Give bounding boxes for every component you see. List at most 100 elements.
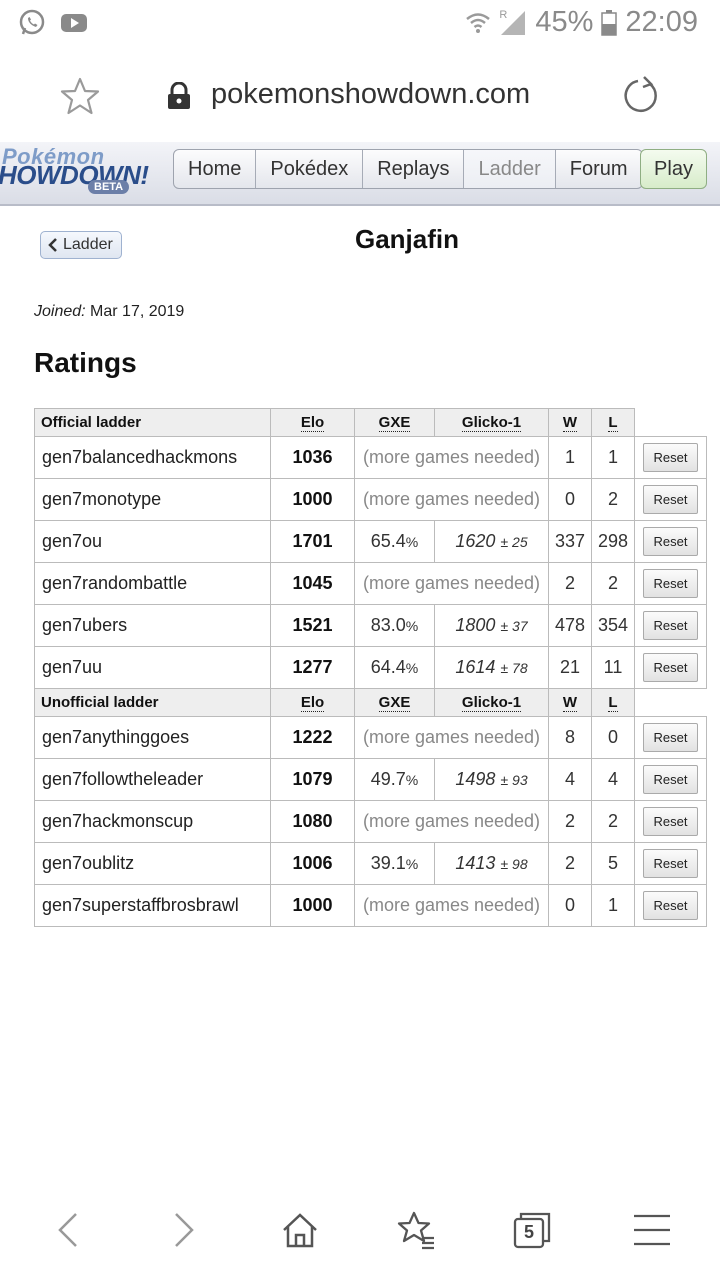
gxe-number: 49.7: [370, 769, 406, 789]
nav-home[interactable]: Home: [174, 150, 257, 188]
format-name[interactable]: gen7randombattle: [34, 562, 271, 605]
back-to-ladder-button[interactable]: Ladder: [40, 231, 122, 259]
ladder-row: gen7uu 1277 64.4% 1614 ± 78 21 11 Reset: [34, 646, 707, 689]
status-bar: R 45% 22:09: [0, 0, 720, 48]
elo-value: 1036: [270, 436, 355, 479]
losses-value: 2: [591, 800, 635, 843]
url-text[interactable]: pokemonshowdown.com: [211, 78, 530, 111]
glicko-rating: 1498: [455, 769, 496, 789]
showdown-logo[interactable]: Pokémon HOWDOWN! BETA: [0, 144, 166, 200]
tab-count: 5: [523, 1222, 534, 1242]
whatsapp-icon: [19, 9, 45, 35]
bookmarks-icon[interactable]: [396, 1210, 436, 1250]
reset-button[interactable]: Reset: [643, 527, 698, 556]
wins-value: 478: [548, 604, 592, 647]
elo-value: 1521: [270, 604, 355, 647]
logo-beta-badge: BETA: [88, 180, 130, 194]
wins-value: 4: [548, 758, 592, 801]
chevron-left-icon: [48, 238, 57, 252]
gxe-value: 39.1%: [354, 842, 435, 885]
header-spacer: [635, 689, 707, 717]
format-name[interactable]: gen7ubers: [34, 604, 271, 647]
column-header-elo-text: Elo: [300, 414, 325, 432]
gxe-number: 83.0: [370, 615, 406, 635]
glicko-value: 1620 ± 25: [434, 520, 549, 563]
status-right: R 45% 22:09: [465, 6, 698, 39]
reset-cell: Reset: [634, 842, 707, 885]
reset-button[interactable]: Reset: [643, 443, 698, 472]
format-name[interactable]: gen7monotype: [34, 478, 271, 521]
reset-button[interactable]: Reset: [643, 891, 698, 920]
format-name[interactable]: gen7uu: [34, 646, 271, 689]
glicko-value: 1413 ± 98: [434, 842, 549, 885]
menu-icon[interactable]: [632, 1210, 672, 1250]
format-name[interactable]: gen7followtheleader: [34, 758, 271, 801]
nav-ladder[interactable]: Ladder: [464, 150, 556, 188]
format-name[interactable]: gen7superstaffbrosbrawl: [34, 884, 271, 927]
more-games-needed: (more games needed): [354, 884, 549, 927]
joined-label: Joined:: [34, 303, 86, 320]
column-header-gxe-text: GXE: [378, 414, 411, 432]
ladder-row: gen7superstaffbrosbrawl 1000 (more games n…: [34, 884, 707, 927]
gxe-percent-sign: %: [405, 772, 419, 788]
forward-icon[interactable]: [164, 1210, 204, 1250]
gxe-percent-sign: %: [405, 618, 419, 634]
format-name[interactable]: gen7balancedhackmons: [34, 436, 271, 479]
reset-button[interactable]: Reset: [643, 611, 698, 640]
elo-value: 1701: [270, 520, 355, 563]
format-name[interactable]: gen7ou: [34, 520, 271, 563]
reset-cell: Reset: [634, 800, 707, 843]
reset-button[interactable]: Reset: [643, 653, 698, 682]
more-games-needed: (more games needed): [354, 716, 549, 759]
glicko-rating: 1800: [455, 615, 496, 635]
nav-pokedex[interactable]: Pokédex: [256, 150, 364, 188]
battery-percent: 45%: [535, 6, 594, 38]
column-header-w-text: W: [562, 414, 578, 432]
glicko-rating: 1413: [455, 853, 496, 873]
format-name[interactable]: gen7anythinggoes: [34, 716, 271, 759]
home-icon[interactable]: [280, 1210, 320, 1250]
reset-cell: Reset: [634, 520, 707, 563]
ladder-row: gen7followtheleader 1079 49.7% 1498 ± 93 4 4 R…: [34, 758, 707, 801]
losses-value: 11: [591, 646, 635, 689]
back-icon[interactable]: [48, 1210, 88, 1250]
column-header-glicko: Glicko-1: [434, 408, 549, 437]
tabs-icon[interactable]: 5: [512, 1210, 552, 1250]
signal-icon: R: [499, 9, 527, 37]
ladder-row: gen7monotype 1000 (more games needed) 0 2 Res…: [34, 478, 707, 521]
browser-bottom-nav: 5: [0, 1196, 720, 1280]
ladder-row: gen7hackmonscup 1080 (more games needed) 2 2…: [34, 800, 707, 843]
reset-cell: Reset: [634, 884, 707, 927]
nav-forum[interactable]: Forum: [556, 150, 642, 188]
losses-value: 1: [591, 436, 635, 479]
wins-value: 2: [548, 800, 592, 843]
format-name[interactable]: gen7hackmonscup: [34, 800, 271, 843]
gxe-number: 39.1: [370, 853, 406, 873]
column-header-l-text: L: [608, 694, 618, 712]
reset-button[interactable]: Reset: [643, 849, 698, 878]
reset-cell: Reset: [634, 604, 707, 647]
losses-value: 2: [591, 478, 635, 521]
column-header-w: W: [548, 408, 592, 437]
reset-button[interactable]: Reset: [643, 485, 698, 514]
gxe-percent-sign: %: [405, 660, 419, 676]
ladder-row: gen7anythinggoes 1222 (more games needed) 8…: [34, 716, 707, 759]
reload-icon[interactable]: [620, 76, 660, 116]
format-name[interactable]: gen7oublitz: [34, 842, 271, 885]
reset-cell: Reset: [634, 758, 707, 801]
elo-value: 1045: [270, 562, 355, 605]
bookmark-star-icon[interactable]: [60, 76, 100, 116]
gxe-value: 83.0%: [354, 604, 435, 647]
more-games-needed: (more games needed): [354, 478, 549, 521]
reset-button[interactable]: Reset: [643, 569, 698, 598]
more-games-needed: (more games needed): [354, 562, 549, 605]
nav-replays[interactable]: Replays: [363, 150, 465, 188]
column-header-w-text: W: [562, 694, 578, 712]
player-name: Ganjafin: [354, 224, 459, 254]
play-button[interactable]: Play: [640, 149, 707, 189]
reset-button[interactable]: Reset: [643, 765, 698, 794]
more-games-needed: (more games needed): [354, 800, 549, 843]
reset-button[interactable]: Reset: [643, 807, 698, 836]
reset-button[interactable]: Reset: [643, 723, 698, 752]
column-header-glicko-text: Glicko-1: [461, 414, 522, 432]
